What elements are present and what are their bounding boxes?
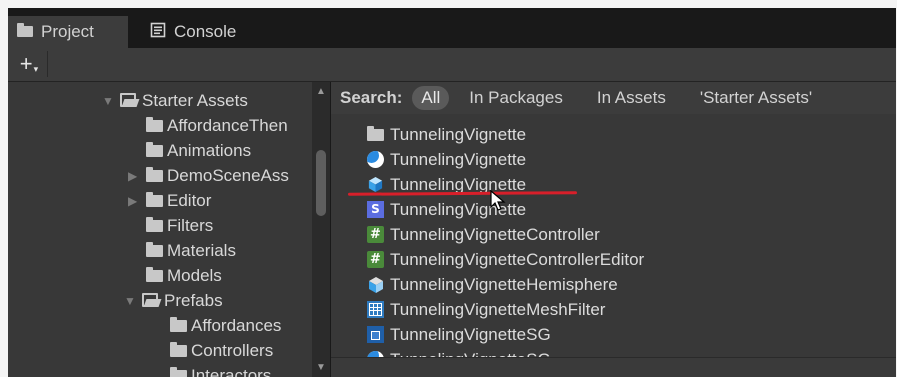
folder-icon	[367, 125, 385, 144]
result-label: TunnelingVignetteControllerEditor	[390, 249, 645, 269]
list-item[interactable]: # TunnelingVignetteControllerEditor	[367, 247, 644, 272]
scope-in-assets-button[interactable]: In Assets	[597, 88, 666, 108]
folder-icon	[146, 241, 163, 257]
scroll-up-icon[interactable]: ▲	[316, 86, 326, 97]
tree-item-label: Filters	[167, 215, 214, 235]
tree-item[interactable]: Animations	[146, 138, 251, 163]
tree-item[interactable]: Models	[146, 263, 222, 288]
tree-item[interactable]: ▶ Editor	[128, 188, 211, 213]
dropdown-caret-icon: ▾	[33, 64, 39, 74]
folder-icon	[146, 166, 163, 182]
expand-arrow-icon[interactable]: ▼	[102, 94, 120, 108]
tab-bar: Project Console	[8, 8, 896, 48]
tree-item[interactable]: AffordanceThen	[146, 113, 288, 138]
tree-item-label: Interactors	[191, 365, 272, 377]
console-icon	[150, 22, 166, 43]
tree-item-label: AffordanceThen	[167, 115, 288, 135]
tree-item[interactable]: Controllers	[170, 338, 273, 363]
tree-item-starter-assets[interactable]: ▼ Starter Assets	[102, 88, 248, 113]
list-item[interactable]: TunnelingVignetteHemisphere	[367, 272, 618, 297]
folder-icon	[170, 316, 187, 332]
tree-item-label: Materials	[167, 240, 236, 260]
project-toolbar: + ▾	[8, 48, 896, 82]
tab-label: Console	[174, 22, 237, 41]
tree-item-prefabs[interactable]: ▼ Prefabs	[124, 288, 223, 313]
tree-item[interactable]: Interactors	[170, 363, 271, 377]
tree-item-label: Animations	[167, 140, 252, 160]
result-label: TunnelingVignette	[390, 149, 527, 169]
result-label: TunnelingVignetteHemisphere	[390, 274, 618, 294]
list-item[interactable]: # TunnelingVignetteController	[367, 222, 600, 247]
scrollbar-thumb[interactable]	[316, 150, 326, 216]
tree-item[interactable]: Materials	[146, 238, 236, 263]
create-asset-button[interactable]: + ▾	[11, 51, 48, 77]
collapsed-arrow-icon[interactable]: ▶	[128, 194, 146, 208]
tab-console[interactable]: Console	[144, 16, 236, 48]
result-label: TunnelingVignette	[390, 124, 527, 144]
folder-icon	[170, 341, 187, 357]
script-icon: #	[367, 250, 385, 269]
tab-label: Project	[41, 22, 94, 41]
tab-project[interactable]: Project	[8, 16, 128, 48]
result-label: TunnelingVignetteController	[390, 224, 600, 244]
folder-icon	[146, 116, 163, 132]
shader-icon: S	[367, 200, 385, 219]
search-label: Search:	[340, 88, 403, 107]
search-results-panel: Search: All In Packages In Assets 'Start…	[331, 82, 896, 377]
mouse-cursor-icon	[490, 190, 506, 211]
tree-item[interactable]: ▶ DemoSceneAss	[128, 163, 289, 188]
search-scope-bar: Search: All In Packages In Assets 'Start…	[331, 82, 896, 114]
tree-item-label: DemoSceneAss	[167, 165, 289, 185]
folder-icon	[146, 216, 163, 232]
model-icon	[367, 276, 385, 294]
list-item[interactable]: TunnelingVignette	[367, 147, 526, 172]
prefab-cube-icon	[367, 176, 385, 194]
list-item[interactable]: TunnelingVignetteSG	[367, 322, 551, 347]
plus-icon: +	[19, 51, 33, 76]
mesh-icon	[367, 300, 385, 319]
results-list: TunnelingVignette TunnelingVignette Tunn…	[331, 122, 896, 362]
list-item[interactable]: TunnelingVignetteMeshFilter	[367, 297, 605, 322]
tree-item-label: Affordances	[191, 315, 282, 335]
scope-folder-button[interactable]: 'Starter Assets'	[700, 88, 812, 108]
tree-item[interactable]: Filters	[146, 213, 213, 238]
tree-item-label: Editor	[167, 190, 212, 210]
shader-graph-icon	[367, 325, 385, 344]
collapsed-arrow-icon[interactable]: ▶	[128, 169, 146, 183]
footer-bar	[331, 357, 896, 377]
tree-item-label: Models	[167, 265, 222, 285]
folder-icon	[146, 191, 163, 207]
tree-item[interactable]: Affordances	[170, 313, 281, 338]
material-icon	[367, 150, 385, 169]
folder-icon	[170, 366, 187, 377]
folder-icon	[146, 266, 163, 282]
folder-icon	[17, 22, 33, 42]
result-label: TunnelingVignetteMeshFilter	[390, 299, 606, 319]
folder-open-icon	[142, 292, 160, 307]
result-label: TunnelingVignetteSG	[390, 324, 551, 344]
scroll-down-icon[interactable]: ▼	[316, 362, 326, 373]
tree-item-label: Prefabs	[164, 290, 223, 310]
script-icon: #	[367, 225, 385, 244]
scope-in-packages-button[interactable]: In Packages	[469, 88, 563, 108]
folder-open-icon	[120, 92, 138, 107]
folder-icon	[146, 141, 163, 157]
tree-item-label: Controllers	[191, 340, 274, 360]
tree-scrollbar[interactable]: ▲ ▼	[312, 82, 330, 377]
scope-all-button[interactable]: All	[412, 86, 450, 110]
folder-tree: ▼ Starter Assets AffordanceThen Animatio…	[8, 82, 312, 377]
list-item[interactable]: TunnelingVignette	[367, 122, 526, 147]
expand-arrow-icon[interactable]: ▼	[124, 294, 142, 308]
tree-item-label: Starter Assets	[142, 90, 248, 110]
